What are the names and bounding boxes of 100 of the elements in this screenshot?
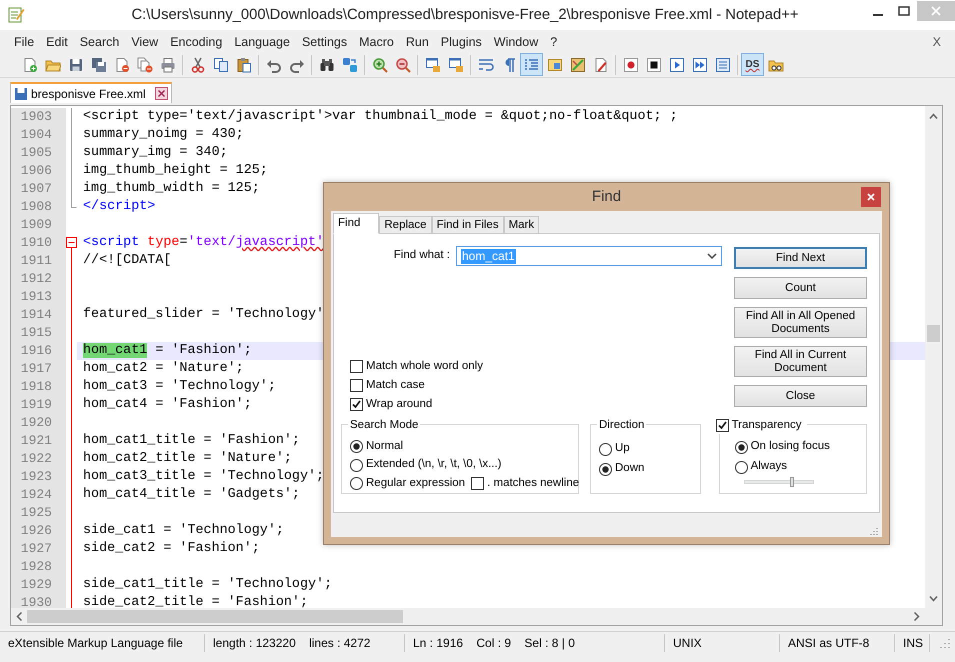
code-line: hom_cat4 = 'Fashion'; (83, 396, 252, 414)
scrollbar-thumb[interactable] (927, 325, 940, 342)
replace-icon (342, 56, 358, 72)
list-icon (714, 56, 730, 72)
close-document-button[interactable]: X (932, 32, 941, 52)
radio-button[interactable] (734, 440, 748, 454)
record-icon (622, 56, 638, 72)
menu-item[interactable]: View (125, 32, 164, 52)
dialog-button[interactable]: Count (734, 277, 867, 299)
code-line: hom_cat3 = 'Technology'; (83, 378, 276, 396)
radio-button[interactable] (599, 442, 612, 456)
line-number: 1919 (11, 396, 66, 414)
dialog-button[interactable]: Find All in All Opened Documents (734, 307, 867, 338)
clipboard-icon (236, 56, 252, 72)
line-number: 1927 (11, 540, 66, 558)
radio-label: Normal (366, 438, 404, 454)
dialog-tab[interactable]: Mark (504, 216, 540, 234)
menu-item[interactable]: Plugins (434, 32, 488, 52)
window-title: C:\Users\sunny_000\Downloads\Compressed\bresponisve-Free_2\bresponisve Free.xml - Notepad++ (131, 6, 798, 25)
menu-item[interactable]: Settings (296, 32, 354, 52)
field-label: Find what : (392, 248, 451, 264)
minimize-icon (873, 14, 883, 16)
line-number: 1926 (11, 522, 66, 540)
menu-item[interactable]: Run (400, 32, 435, 52)
line-number: 1903 (11, 108, 66, 126)
checkbox-label: Match whole word only (366, 358, 483, 374)
word-wrap-icon (478, 56, 494, 72)
dialog-tab[interactable]: Find in Files (432, 216, 504, 234)
radio-label: Up (615, 441, 630, 456)
scissors-icon (190, 56, 206, 72)
dialog-title: Find (592, 186, 622, 207)
menu-item[interactable]: Language (228, 32, 296, 52)
line-number: 1904 (11, 126, 66, 144)
checkbox[interactable] (350, 398, 363, 411)
line-number: 1928 (11, 558, 66, 576)
close-button[interactable] (861, 187, 881, 207)
scrollbar-thumb[interactable] (27, 610, 403, 623)
radio-button[interactable] (734, 460, 748, 474)
code-line: side_cat1 = 'Technology'; (83, 522, 284, 540)
status-text: ANSI as UTF-8 (788, 634, 870, 652)
window-lock-icon (424, 56, 440, 72)
line-number: 1922 (11, 450, 66, 468)
radio-button[interactable] (350, 458, 363, 472)
vertical-scrollbar[interactable] (925, 106, 942, 608)
checkbox-label: . matches newline (487, 476, 580, 492)
status-text: INS (903, 634, 924, 652)
indent-guide-icon (524, 56, 540, 72)
code-line: img_thumb_width = 125; (83, 180, 260, 198)
collapse-icon[interactable] (66, 234, 77, 252)
status-text: UNIX (673, 634, 702, 652)
map-icon (570, 56, 586, 72)
line-number: 1908 (11, 198, 66, 216)
radio-button[interactable] (350, 440, 363, 453)
tab-close-button[interactable] (154, 87, 168, 100)
line-number: 1914 (11, 306, 66, 324)
radio-label: Extended (\n, \r, \t, \0, \x...) (366, 457, 502, 472)
menu-item[interactable]: Window (488, 32, 544, 52)
new-file-icon (22, 56, 38, 72)
menu-item[interactable]: Macro (353, 32, 400, 52)
line-number: 1910 (11, 234, 66, 252)
line-number: 1917 (11, 360, 66, 378)
transparency-slider[interactable] (744, 480, 814, 484)
checkbox[interactable] (716, 419, 729, 432)
menu-item[interactable]: Search (74, 32, 126, 52)
checkbox[interactable] (350, 379, 363, 392)
indent-guide-button[interactable] (520, 53, 543, 76)
line-number: 1906 (11, 162, 66, 180)
line-number: 1920 (11, 414, 66, 432)
menu-item[interactable]: File (8, 32, 40, 52)
code-line: side_cat2_title = 'Fashion'; (83, 594, 308, 608)
tab-label: bresponisve Free.xml (31, 86, 147, 102)
code-line: featured_slider = 'Technology' (83, 306, 324, 324)
menu-item[interactable]: ? (544, 32, 564, 52)
dialog-button[interactable]: Find All in Current Document (734, 346, 867, 377)
radio-button[interactable] (350, 477, 363, 490)
checkbox[interactable] (350, 360, 363, 373)
menu-item[interactable]: Encoding (164, 32, 228, 52)
line-number: 1913 (11, 288, 66, 306)
line-number: 1916 (11, 342, 66, 360)
zoom-in-icon (372, 56, 388, 72)
ds-button[interactable]: DS (741, 53, 764, 76)
code-line: hom_cat3_title = 'Technology'; (83, 468, 324, 486)
dialog-tab[interactable]: Replace (379, 216, 432, 234)
code-line: <script type='text/javascript' (83, 234, 324, 252)
document-tab[interactable]: bresponisve Free.xml (10, 82, 172, 103)
radio-label: Down (615, 461, 644, 476)
checkbox[interactable] (471, 477, 484, 490)
dialog-button[interactable]: Close (734, 385, 867, 407)
menu-item[interactable]: Edit (40, 32, 74, 52)
resize-grip-icon (870, 527, 878, 535)
line-number: 1909 (11, 216, 66, 234)
code-line: img_thumb_height = 125; (83, 162, 268, 180)
line-number: 1907 (11, 180, 66, 198)
code-line: hom_cat2 = 'Nature'; (83, 360, 244, 378)
radio-button[interactable] (599, 462, 612, 476)
dialog-tab[interactable]: Find (333, 213, 380, 234)
horizontal-scrollbar[interactable] (11, 608, 942, 625)
dialog-button[interactable]: Find Next (734, 247, 867, 269)
binoculars-icon (318, 56, 334, 72)
line-number: 1925 (11, 504, 66, 522)
